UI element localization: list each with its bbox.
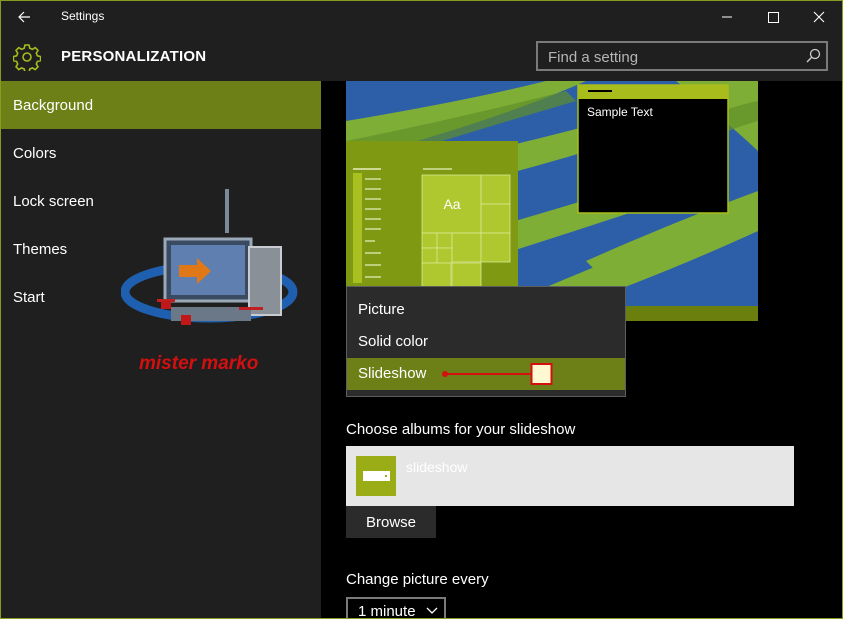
watermark-logo — [120, 189, 301, 349]
back-arrow-icon[interactable] — [11, 7, 39, 27]
maximize-icon[interactable] — [750, 1, 796, 33]
close-icon[interactable] — [796, 1, 842, 33]
minimize-icon[interactable] — [704, 1, 750, 33]
sidebar-item-label: Lock screen — [13, 193, 94, 210]
album-name: slideshow — [406, 459, 468, 475]
sidebar-item-background[interactable]: Background — [1, 81, 321, 129]
search-box[interactable] — [536, 41, 828, 71]
sidebar-item-label: Background — [13, 97, 94, 114]
background-type-dropdown[interactable]: Picture Solid color Slideshow — [346, 286, 626, 397]
settings-window: Settings PERSONALIZATION Find a setting … — [0, 0, 843, 619]
sidebar-item-colors[interactable]: Colors — [1, 129, 321, 177]
page-header: PERSONALIZATION — [1, 33, 842, 81]
dropdown-option-label: Picture — [358, 301, 405, 318]
browse-button[interactable]: Browse — [346, 506, 436, 538]
search-icon[interactable] — [804, 47, 822, 65]
gear-icon — [12, 43, 42, 73]
dropdown-option-solid-color[interactable]: Solid color — [347, 326, 625, 358]
dropdown-option-label: Slideshow — [358, 365, 427, 382]
watermark-text: mister marko — [139, 353, 259, 374]
main-content: Aa Sample Text Picture Solid color Slide… — [322, 81, 842, 618]
dropdown-option-picture[interactable]: Picture — [347, 294, 625, 326]
interval-value: 1 minute — [358, 603, 416, 619]
sidebar-item-label: Colors — [13, 145, 57, 162]
tile-label: Aa — [443, 196, 460, 212]
slideshow-album-icon — [356, 456, 396, 496]
album-item[interactable]: slideshow — [346, 446, 794, 506]
interval-select[interactable]: 1 minute — [346, 597, 446, 619]
sidebar-item-label: Themes — [13, 241, 68, 258]
annotation-arrow — [442, 363, 553, 385]
sidebar-item-label: Start — [13, 289, 45, 306]
preview-image: Aa Sample Text — [346, 81, 758, 321]
background-preview: Aa Sample Text — [346, 81, 758, 321]
dropdown-option-label: Solid color — [358, 333, 429, 350]
search-input[interactable] — [546, 47, 800, 67]
sample-text: Sample Text — [587, 105, 653, 119]
title-bar: Settings — [1, 1, 842, 33]
albums-section-label: Choose albums for your slideshow — [346, 421, 576, 438]
interval-label: Change picture every — [346, 571, 489, 588]
chevron-down-icon — [426, 607, 438, 614]
window-title: Settings — [61, 9, 105, 23]
sidebar: Background Colors Lock screen Themes Sta… — [1, 81, 321, 618]
page-title: PERSONALIZATION — [61, 48, 207, 65]
